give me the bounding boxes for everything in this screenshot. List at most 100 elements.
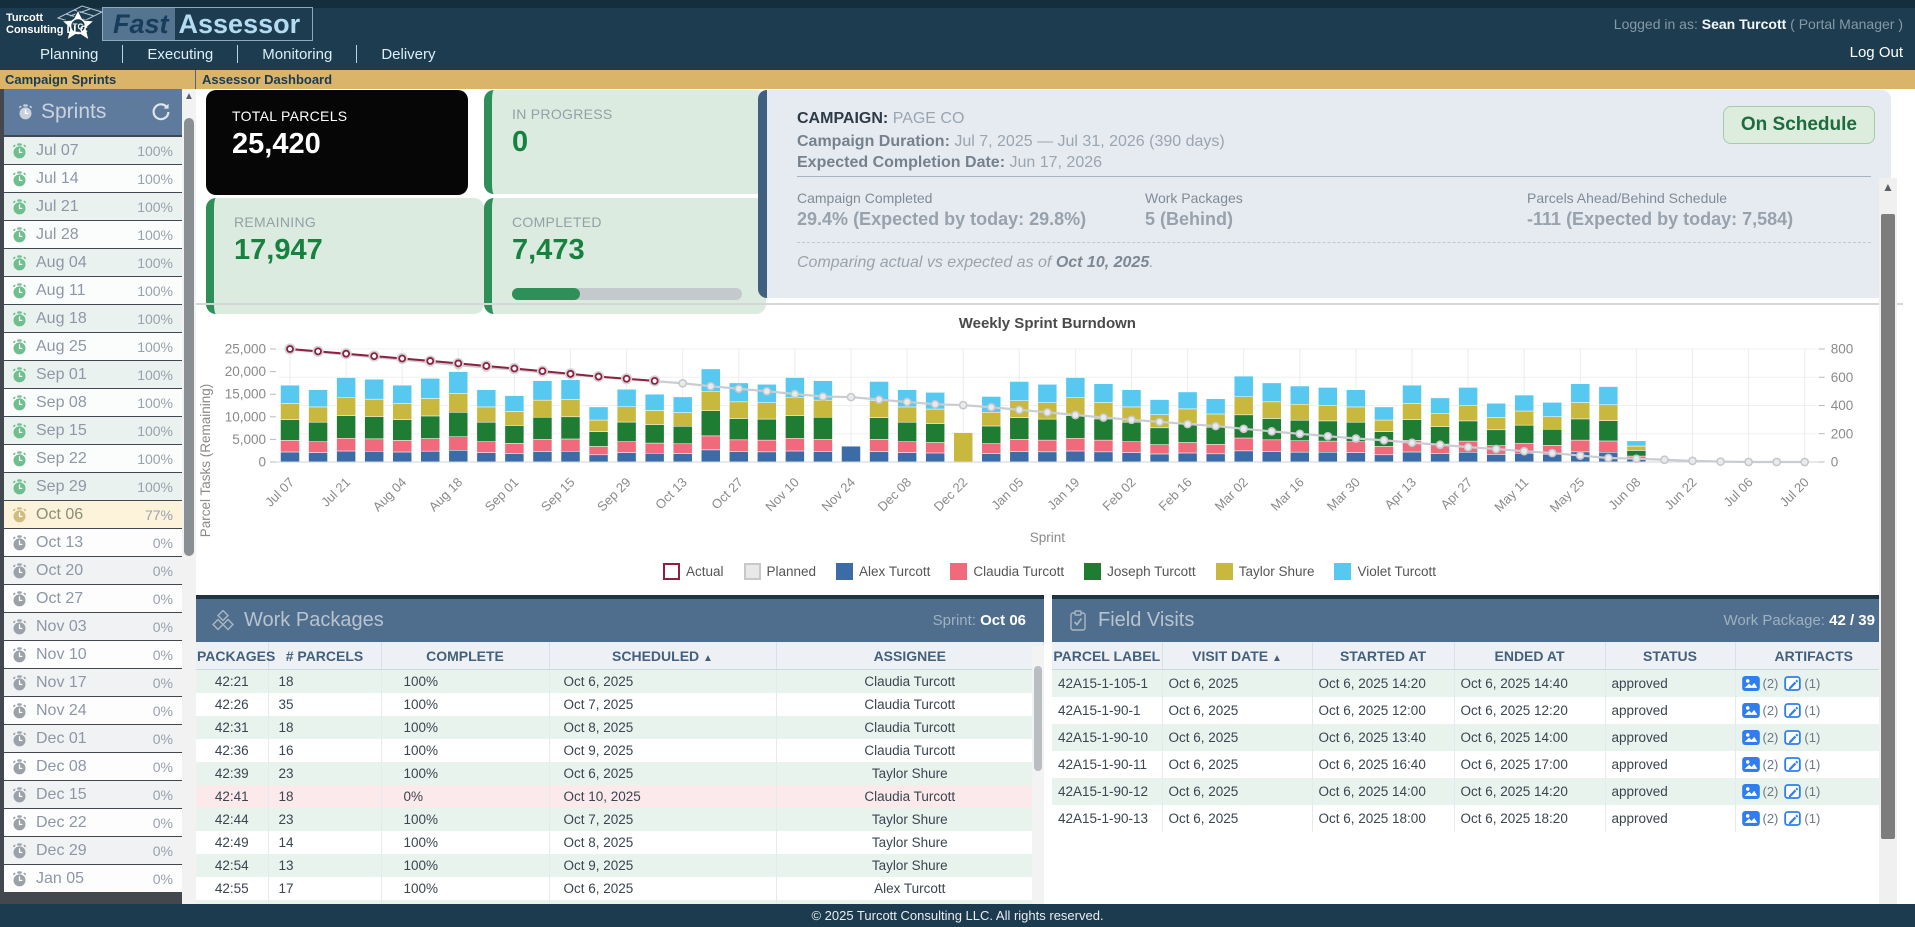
scroll-up-icon[interactable]: ▲ xyxy=(182,91,196,102)
edit-icon[interactable] xyxy=(1784,784,1801,799)
divider xyxy=(195,70,196,89)
column-header-parcel-label[interactable]: PARCEL LABEL xyxy=(1052,642,1162,670)
image-icon[interactable] xyxy=(1742,757,1760,772)
svg-text:800: 800 xyxy=(1831,342,1854,357)
wp-complete: 100% xyxy=(381,670,549,694)
sprint-item-oct-13[interactable]: Oct 13 0% xyxy=(4,529,182,556)
sprint-item-dec-01[interactable]: Dec 01 0% xyxy=(4,725,182,752)
sprint-item-jan-05[interactable]: Jan 05 0% xyxy=(4,865,182,892)
sprint-item-aug-04[interactable]: Aug 04 100% xyxy=(4,249,182,276)
image-icon[interactable] xyxy=(1742,676,1760,691)
sidebar-scrollbar[interactable]: ▲ xyxy=(182,89,196,904)
sprint-item-jul-28[interactable]: Jul 28 100% xyxy=(4,221,182,248)
scrollbar-thumb[interactable] xyxy=(184,118,194,556)
app-logo-assessor: Assessor xyxy=(175,8,313,40)
sprint-item-sep-29[interactable]: Sep 29 100% xyxy=(4,473,182,500)
sprint-item-aug-25[interactable]: Aug 25 100% xyxy=(4,333,182,360)
work-package-row[interactable]: 42:26 35 100% Oct 7, 2025 Claudia Turcot… xyxy=(196,693,1044,716)
sprint-item-aug-11[interactable]: Aug 11 100% xyxy=(4,277,182,304)
edit-icon[interactable] xyxy=(1784,811,1801,826)
image-icon[interactable] xyxy=(1742,811,1760,826)
sprint-item-sep-22[interactable]: Sep 22 100% xyxy=(4,445,182,472)
fv-status: approved xyxy=(1605,697,1735,724)
field-visits-context: Work Package: 42 / 39 xyxy=(1724,612,1875,629)
sprint-percent: 0% xyxy=(153,759,173,775)
column-header-started-at[interactable]: STARTED AT xyxy=(1312,642,1454,670)
work-package-row[interactable]: 42:49 14 100% Oct 8, 2025 Taylor Shure xyxy=(196,831,1044,854)
column-header-visit-date[interactable]: VISIT DATE ▲ xyxy=(1162,642,1312,670)
edit-icon[interactable] xyxy=(1784,676,1801,691)
work-package-row[interactable]: 42:44 23 100% Oct 7, 2025 Taylor Shure xyxy=(196,808,1044,831)
edit-icon[interactable] xyxy=(1784,730,1801,745)
work-package-row[interactable]: 42:39 23 100% Oct 6, 2025 Taylor Shure xyxy=(196,762,1044,785)
image-icon[interactable] xyxy=(1742,784,1760,799)
sprint-item-sep-15[interactable]: Sep 15 100% xyxy=(4,417,182,444)
edit-icon[interactable] xyxy=(1784,757,1801,772)
column-header-complete[interactable]: COMPLETE xyxy=(381,642,549,670)
sprint-item-jul-21[interactable]: Jul 21 100% xyxy=(4,193,182,220)
sprint-item-jul-14[interactable]: Jul 14 100% xyxy=(4,165,182,192)
stopwatch-icon xyxy=(18,104,33,120)
nav-tab-executing[interactable]: Executing xyxy=(123,46,237,63)
svg-text:Sprint: Sprint xyxy=(1030,530,1066,545)
sprint-item-nov-17[interactable]: Nov 17 0% xyxy=(4,669,182,696)
image-icon[interactable] xyxy=(1742,703,1760,718)
work-package-row[interactable]: 42:55 17 100% Oct 6, 2025 Alex Turcott xyxy=(196,877,1044,900)
image-icon[interactable] xyxy=(1742,730,1760,745)
work-packages-scrollbar[interactable] xyxy=(1032,646,1044,923)
sprint-item-nov-24[interactable]: Nov 24 0% xyxy=(4,697,182,724)
user-role: ( Portal Manager ) xyxy=(1790,16,1903,32)
edit-icon[interactable] xyxy=(1784,703,1801,718)
wp-package: 42:36 xyxy=(196,739,268,762)
sprint-item-nov-03[interactable]: Nov 03 0% xyxy=(4,613,182,640)
column-header-packages[interactable]: PACKAGES xyxy=(196,642,268,670)
sprint-item-oct-27[interactable]: Oct 27 0% xyxy=(4,585,182,612)
sprint-item-dec-29[interactable]: Dec 29 0% xyxy=(4,837,182,864)
work-package-row[interactable]: 42:41 18 0% Oct 10, 2025 Claudia Turcott xyxy=(196,785,1044,808)
svg-text:May 25: May 25 xyxy=(1547,475,1588,516)
scroll-up-icon[interactable]: ▲ xyxy=(1879,180,1897,194)
work-package-row[interactable]: 42:36 16 100% Oct 9, 2025 Claudia Turcot… xyxy=(196,739,1044,762)
column-header-status[interactable]: STATUS xyxy=(1605,642,1735,670)
work-package-row[interactable]: 42:21 18 100% Oct 6, 2025 Claudia Turcot… xyxy=(196,670,1044,694)
sprint-item-dec-22[interactable]: Dec 22 0% xyxy=(4,809,182,836)
wp-assignee: Claudia Turcott xyxy=(776,716,1044,739)
sprint-item-sep-01[interactable]: Sep 01 100% xyxy=(4,361,182,388)
svg-text:Aug 04: Aug 04 xyxy=(370,475,410,515)
column-header-ended-at[interactable]: ENDED AT xyxy=(1454,642,1605,670)
sprint-item-dec-08[interactable]: Dec 08 0% xyxy=(4,753,182,780)
sprint-item-sep-08[interactable]: Sep 08 100% xyxy=(4,389,182,416)
column-header--parcels[interactable]: # PARCELS xyxy=(268,642,381,670)
column-header-scheduled[interactable]: SCHEDULED ▲ xyxy=(549,642,776,670)
work-package-row[interactable]: 42:31 18 100% Oct 8, 2025 Claudia Turcot… xyxy=(196,716,1044,739)
nav-tab-delivery[interactable]: Delivery xyxy=(357,46,459,63)
field-visit-row[interactable]: 42A15-1-90-13 Oct 6, 2025 Oct 6, 2025 18… xyxy=(1052,805,1893,832)
sprint-date: Dec 01 xyxy=(36,730,153,748)
footer: © 2025 Turcott Consulting LLC. All right… xyxy=(0,904,1915,927)
field-visit-row[interactable]: 42A15-1-90-12 Oct 6, 2025 Oct 6, 2025 14… xyxy=(1052,778,1893,805)
field-visit-row[interactable]: 42A15-1-90-1 Oct 6, 2025 Oct 6, 2025 12:… xyxy=(1052,697,1893,724)
field-visit-row[interactable]: 42A15-1-105-1 Oct 6, 2025 Oct 6, 2025 14… xyxy=(1052,670,1893,698)
main-scrollbar[interactable]: ▲ xyxy=(1879,178,1897,927)
field-visit-row[interactable]: 42A15-1-90-11 Oct 6, 2025 Oct 6, 2025 16… xyxy=(1052,751,1893,778)
stopwatch-icon xyxy=(12,647,27,663)
logout-link[interactable]: Log Out xyxy=(1850,44,1903,61)
stat-campaign-completed-label: Campaign Completed xyxy=(797,190,932,206)
sprint-item-oct-06[interactable]: Oct 06 77% xyxy=(4,501,182,528)
legend-item-planned: Planned xyxy=(744,563,817,580)
work-package-row[interactable]: 42:54 13 100% Oct 9, 2025 Taylor Shure xyxy=(196,854,1044,877)
field-visit-row[interactable]: 42A15-1-90-10 Oct 6, 2025 Oct 6, 2025 13… xyxy=(1052,724,1893,751)
fv-parcel-label: 42A15-1-90-11 xyxy=(1052,751,1162,778)
column-header-assignee[interactable]: ASSIGNEE xyxy=(776,642,1044,670)
scrollbar-thumb[interactable] xyxy=(1881,214,1895,839)
sprint-item-nov-10[interactable]: Nov 10 0% xyxy=(4,641,182,668)
sprint-item-dec-15[interactable]: Dec 15 0% xyxy=(4,781,182,808)
sprint-item-jul-07[interactable]: Jul 07 100% xyxy=(4,137,182,164)
nav-tab-monitoring[interactable]: Monitoring xyxy=(238,46,356,63)
refresh-icon[interactable] xyxy=(150,101,172,123)
sprints-panel-header: Sprints xyxy=(4,89,182,135)
sprint-item-aug-18[interactable]: Aug 18 100% xyxy=(4,305,182,332)
wp-scheduled: Oct 8, 2025 xyxy=(549,831,776,854)
column-header-artifacts[interactable]: ARTIFACTS xyxy=(1735,642,1893,670)
sprint-item-oct-20[interactable]: Oct 20 0% xyxy=(4,557,182,584)
